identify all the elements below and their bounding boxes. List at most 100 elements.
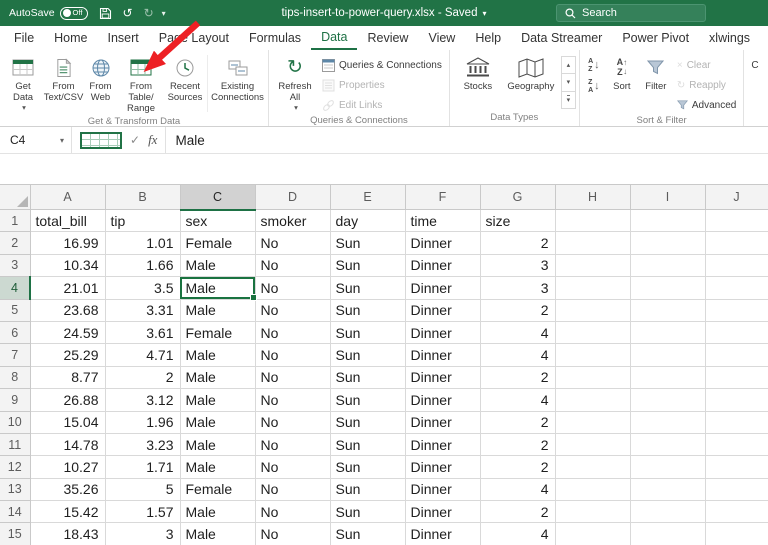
cell-F10[interactable]: Dinner <box>405 411 481 434</box>
cell-J14[interactable] <box>705 500 768 524</box>
gallery-more-button[interactable]: ▾ <box>562 92 575 108</box>
cell-A15[interactable]: 18.43 <box>30 522 106 545</box>
cell-D14[interactable]: No <box>255 500 331 524</box>
cell-D13[interactable]: No <box>255 478 331 502</box>
edit-links-button[interactable]: Edit Links <box>318 96 446 114</box>
cell-J1[interactable] <box>705 209 768 233</box>
cell-J4[interactable] <box>705 276 768 300</box>
tab-data-streamer[interactable]: Data Streamer <box>511 26 612 50</box>
cell-J13[interactable] <box>705 478 768 502</box>
tab-data[interactable]: Data <box>311 26 358 50</box>
cell-H6[interactable] <box>555 321 631 345</box>
cell-I15[interactable] <box>630 522 706 545</box>
row-header-8[interactable]: 8 <box>0 365 31 390</box>
cell-F12[interactable]: Dinner <box>405 455 481 479</box>
cell-E11[interactable]: Sun <box>330 433 406 457</box>
cell-E13[interactable]: Sun <box>330 478 406 502</box>
existing-connections-button[interactable]: Existing Connections <box>210 52 265 115</box>
cell-G13[interactable]: 4 <box>480 478 556 502</box>
clear-filter-button[interactable]: × Clear <box>673 56 740 74</box>
cell-D8[interactable]: No <box>255 366 331 390</box>
cell-C15[interactable]: Male <box>180 522 256 545</box>
column-header-H[interactable]: H <box>555 184 631 210</box>
cell-F8[interactable]: Dinner <box>405 366 481 390</box>
cell-G14[interactable]: 2 <box>480 500 556 524</box>
cell-G6[interactable]: 4 <box>480 321 556 345</box>
cell-D15[interactable]: No <box>255 522 331 545</box>
cell-H1[interactable] <box>555 209 631 233</box>
cell-H10[interactable] <box>555 411 631 434</box>
cell-I4[interactable] <box>630 276 706 300</box>
filter-button[interactable]: Filter <box>639 52 673 114</box>
row-header-9[interactable]: 9 <box>0 388 31 412</box>
cell-B14[interactable]: 1.57 <box>105 500 181 524</box>
cell-G5[interactable]: 2 <box>480 299 556 322</box>
row-header-2[interactable]: 2 <box>0 231 31 255</box>
cell-B8[interactable]: 2 <box>105 366 181 390</box>
from-table-range-button[interactable]: From Table/ Range <box>117 52 165 115</box>
cell-F5[interactable]: Dinner <box>405 299 481 322</box>
column-header-A[interactable]: A <box>30 184 106 210</box>
cell-H7[interactable] <box>555 343 631 367</box>
cell-E5[interactable]: Sun <box>330 299 406 322</box>
cell-C1[interactable]: sex <box>180 209 256 233</box>
cell-C9[interactable]: Male <box>180 388 256 412</box>
select-all-corner[interactable] <box>0 184 31 210</box>
cell-F6[interactable]: Dinner <box>405 321 481 345</box>
cell-C14[interactable]: Male <box>180 500 256 524</box>
cell-D6[interactable]: No <box>255 321 331 345</box>
cell-C6[interactable]: Female <box>180 321 256 345</box>
advanced-filter-button[interactable]: Advanced <box>673 96 740 114</box>
cell-D2[interactable]: No <box>255 231 331 255</box>
tab-power-pivot[interactable]: Power Pivot <box>612 26 699 50</box>
cell-E12[interactable]: Sun <box>330 455 406 479</box>
cell-H11[interactable] <box>555 433 631 457</box>
cell-A5[interactable]: 23.68 <box>30 299 106 322</box>
cell-E10[interactable]: Sun <box>330 411 406 434</box>
cell-B7[interactable]: 4.71 <box>105 343 181 367</box>
cell-G2[interactable]: 2 <box>480 231 556 255</box>
cell-A13[interactable]: 35.26 <box>30 478 106 502</box>
sort-ascending-button[interactable]: AZ ↓ <box>583 56 605 75</box>
row-header-1[interactable]: 1 <box>0 208 31 233</box>
cell-I6[interactable] <box>630 321 706 345</box>
cell-I7[interactable] <box>630 343 706 367</box>
recent-sources-button[interactable]: Recent Sources <box>165 52 205 115</box>
column-header-B[interactable]: B <box>105 184 181 210</box>
cell-B3[interactable]: 1.66 <box>105 254 181 278</box>
cell-B2[interactable]: 1.01 <box>105 231 181 255</box>
cell-G7[interactable]: 4 <box>480 343 556 367</box>
cell-F11[interactable]: Dinner <box>405 433 481 457</box>
cell-G8[interactable]: 2 <box>480 366 556 390</box>
cell-D10[interactable]: No <box>255 411 331 434</box>
row-header-3[interactable]: 3 <box>0 253 31 278</box>
cell-J6[interactable] <box>705 321 768 345</box>
cell-F14[interactable]: Dinner <box>405 500 481 524</box>
cell-D9[interactable]: No <box>255 388 331 412</box>
cell-I5[interactable] <box>630 299 706 322</box>
gallery-down-button[interactable]: ▾ <box>561 74 575 92</box>
cell-C2[interactable]: Female <box>180 231 256 255</box>
cell-A8[interactable]: 8.77 <box>30 366 106 390</box>
cell-E4[interactable]: Sun <box>330 276 406 300</box>
cell-A14[interactable]: 15.42 <box>30 500 106 524</box>
cell-C5[interactable]: Male <box>180 299 256 322</box>
cell-G3[interactable]: 3 <box>480 254 556 278</box>
cell-F7[interactable]: Dinner <box>405 343 481 367</box>
cell-A2[interactable]: 16.99 <box>30 231 106 255</box>
cell-H4[interactable] <box>555 276 631 300</box>
cell-A7[interactable]: 25.29 <box>30 343 106 367</box>
cell-G11[interactable]: 2 <box>480 433 556 457</box>
cell-H12[interactable] <box>555 455 631 479</box>
cell-C11[interactable]: Male <box>180 433 256 457</box>
cell-B6[interactable]: 3.61 <box>105 321 181 345</box>
cell-D3[interactable]: No <box>255 254 331 278</box>
cell-E7[interactable]: Sun <box>330 343 406 367</box>
row-header-13[interactable]: 13 <box>0 477 31 502</box>
cell-A4[interactable]: 21.01 <box>30 276 106 300</box>
cell-I3[interactable] <box>630 254 706 278</box>
cell-J12[interactable] <box>705 455 768 479</box>
cell-I14[interactable] <box>630 500 706 524</box>
cell-H14[interactable] <box>555 500 631 524</box>
refresh-all-button[interactable]: ↻ Refresh All ▾ <box>272 52 318 114</box>
